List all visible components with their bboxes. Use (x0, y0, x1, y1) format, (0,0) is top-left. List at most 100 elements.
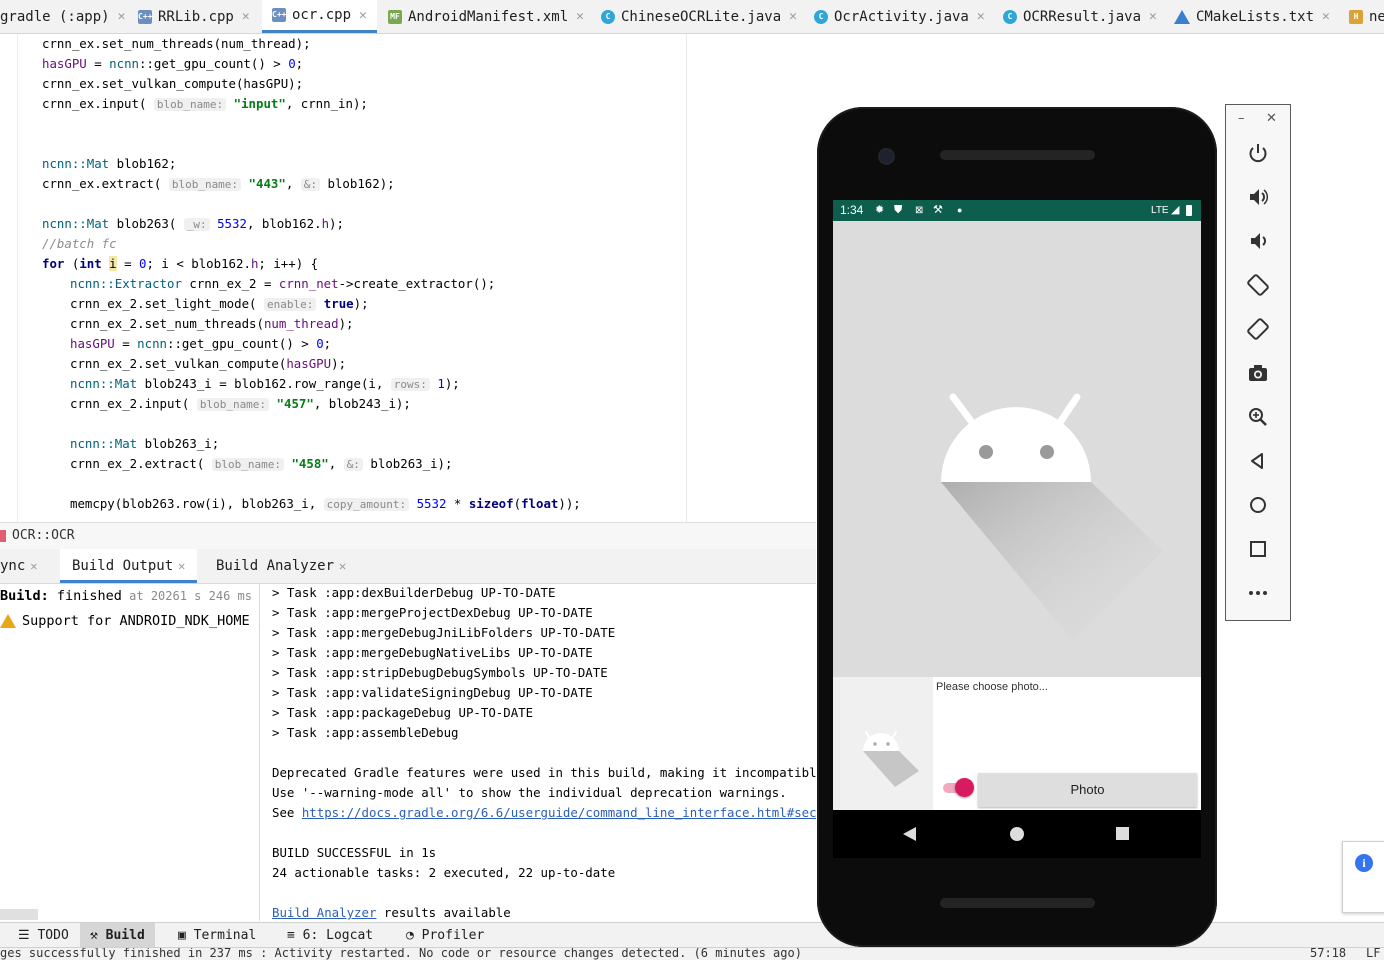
notification-balloon[interactable]: i (1342, 841, 1384, 913)
line-ending[interactable]: LF (1366, 948, 1380, 960)
console-line: > Task :app:stripDebugDebugSymbols UP-TO… (272, 665, 608, 680)
tab-label: ChineseOCRLite.java (621, 8, 782, 25)
tab-label: ocr.cpp (292, 7, 352, 23)
horizontal-scrollbar[interactable] (0, 909, 38, 920)
close-icon[interactable]: ✕ (789, 9, 797, 24)
tab-ocractivity-java[interactable]: C OcrActivity.java ✕ (814, 0, 985, 33)
tab-chineseocrlite-java[interactable]: C ChineseOCRLite.java ✕ (601, 0, 797, 33)
editor-tab-bar: gradle (:app) ✕ C++ RRLib.cpp ✕ C++ ocr.cpp ✕… (0, 0, 1384, 34)
gradle-docs-link[interactable]: https://docs.gradle.org/6.6/userguide/co… (302, 805, 816, 820)
todo-button[interactable]: ☰ TODO (18, 923, 69, 948)
zoom-icon[interactable] (1242, 401, 1274, 433)
tab-gradle-app[interactable]: gradle (:app) ✕ (0, 0, 125, 33)
editor-gutter[interactable] (0, 34, 18, 522)
gpu-toggle-switch[interactable] (943, 778, 974, 797)
nav-back-icon[interactable] (903, 827, 916, 841)
close-icon[interactable]: ✕ (576, 9, 584, 24)
photo-preview[interactable] (833, 221, 1201, 677)
cmake-file-icon (1174, 9, 1190, 24)
tab-cmakelists[interactable]: CMakeLists.txt ✕ (1174, 0, 1330, 33)
code-editor[interactable]: crnn_ex.set_num_threads(num_thread); has… (0, 34, 687, 522)
tab-rrlib-cpp[interactable]: C++ RRLib.cpp ✕ (138, 0, 250, 33)
close-icon[interactable]: ✕ (977, 9, 985, 24)
close-icon[interactable]: ✕ (359, 8, 367, 23)
tab-ocr-cpp[interactable]: C++ ocr.cpp ✕ (262, 0, 377, 33)
close-icon: ✕ (178, 559, 186, 573)
list-icon: ☰ (18, 928, 30, 943)
overview-icon[interactable] (1242, 533, 1274, 565)
caret-position[interactable]: 57:18 (1310, 948, 1346, 960)
shield-icon: ⛊ (894, 204, 903, 216)
status-bar: ges successfully finished in 237 ms : Ac… (0, 947, 1384, 960)
close-icon[interactable]: ✕ (1149, 9, 1157, 24)
close-icon[interactable]: ✕ (1266, 111, 1277, 126)
code-content[interactable]: crnn_ex.set_num_threads(num_thread); has… (42, 34, 581, 514)
gauge-icon: ◔ (406, 928, 414, 943)
emulator-screen[interactable]: 1:34 ✹ ⛊ ⊠ ⚒ ● LTE ◢ Please choose photo… (833, 200, 1201, 858)
home-icon[interactable] (1242, 489, 1274, 521)
tab-ocrresult-java[interactable]: C OCRResult.java ✕ (1003, 0, 1157, 33)
thumbnail-android-icon (863, 731, 919, 787)
tab-build-analyzer[interactable]: Build Analyzer ✕ (216, 549, 346, 583)
code-line: ncnn::Extractor crnn_ex_2 = crnn_net->cr… (70, 276, 496, 291)
tab-header-file[interactable]: Hne (1349, 0, 1384, 33)
status-message[interactable]: ges successfully finished in 237 ms : Ac… (0, 948, 802, 960)
rotate-left-icon[interactable] (1242, 269, 1274, 301)
profiler-button[interactable]: ◔ Profiler (406, 923, 484, 948)
volume-down-icon[interactable] (1242, 225, 1274, 257)
breadcrumb[interactable]: OCR::OCR (0, 522, 816, 549)
code-line: hasGPU = ncnn::get_gpu_count() > 0; (42, 56, 304, 71)
power-icon[interactable] (1242, 137, 1274, 169)
console-line: > Task :app:mergeDebugJniLibFolders UP-T… (272, 625, 616, 640)
code-line: for (int i = 0; i < blob162.h; i++) { (42, 256, 319, 271)
code-line: hasGPU = ncnn::get_gpu_count() > 0; (70, 336, 332, 351)
code-line: crnn_ex.input( blob_name: "input", crnn_… (42, 96, 368, 111)
result-panel: Please choose photo... Photo (833, 677, 1201, 810)
code-line: crnn_ex.extract( blob_name: "443", &: bl… (42, 176, 395, 191)
nav-home-icon[interactable] (1010, 827, 1024, 841)
build-status-row[interactable]: Build: finished at 20261 s 246 ms (0, 588, 252, 604)
minimize-icon[interactable]: – (1238, 111, 1245, 126)
close-icon[interactable]: ✕ (118, 9, 126, 24)
build-tree: Build: finished at 20261 s 246 ms Suppor… (0, 584, 260, 921)
long-shadow (941, 482, 1163, 641)
tab-label: gradle (:app) (0, 8, 110, 25)
close-icon[interactable]: ✕ (242, 9, 250, 24)
console-line: See https://docs.gradle.org/6.6/userguid… (272, 805, 816, 820)
clock: 1:34 (840, 203, 864, 217)
breadcrumb-label: OCR::OCR (12, 528, 75, 543)
ocr-result-text[interactable]: Please choose photo... (936, 681, 1048, 693)
build-warning-row[interactable]: Support for ANDROID_NDK_HOME i (0, 613, 259, 629)
code-line: crnn_ex_2.extract( blob_name: "458", &: … (70, 456, 453, 471)
build-output-console[interactable]: > Task :app:dexBuilderDebug UP-TO-DATE >… (260, 584, 816, 921)
eye-right (1040, 445, 1054, 459)
wrench-icon: ⚒ (933, 204, 943, 216)
terminal-button[interactable]: ▣ Terminal (178, 923, 256, 948)
tab-build-output[interactable]: Build Output ✕ (60, 549, 198, 583)
android-nav-bar (833, 810, 1201, 858)
param-hint: blob_name: (153, 98, 227, 111)
code-line: crnn_ex.set_num_threads(num_thread); (42, 36, 311, 51)
photo-button[interactable]: Photo (978, 773, 1197, 807)
header-file-icon: H (1349, 9, 1363, 24)
antenna-right (1057, 393, 1081, 425)
volume-up-icon[interactable] (1242, 181, 1274, 213)
more-icon[interactable] (1242, 577, 1274, 609)
console-line: Use '--warning-mode all' to show the ind… (272, 785, 787, 800)
build-button[interactable]: ⚒ Build (80, 923, 155, 948)
back-icon[interactable] (1242, 445, 1274, 477)
earpiece-speaker (940, 150, 1095, 160)
camera-icon[interactable] (1242, 357, 1274, 389)
logcat-button[interactable]: ≡ 6: Logcat (287, 923, 373, 948)
build-analyzer-link[interactable]: Build Analyzer (272, 905, 376, 920)
console-line: BUILD SUCCESSFUL in 1s (272, 845, 437, 860)
close-icon[interactable]: ✕ (1322, 9, 1330, 24)
terminal-icon: ▣ (178, 928, 186, 943)
antenna-left (949, 393, 975, 425)
tab-sync[interactable]: ync ✕ (0, 549, 38, 583)
nav-overview-icon[interactable] (1116, 827, 1129, 840)
rotate-right-icon[interactable] (1242, 313, 1274, 345)
tab-android-manifest[interactable]: MF AndroidManifest.xml ✕ (388, 0, 584, 33)
param-hint: _w: (183, 218, 210, 231)
photo-thumbnail[interactable] (833, 677, 933, 810)
